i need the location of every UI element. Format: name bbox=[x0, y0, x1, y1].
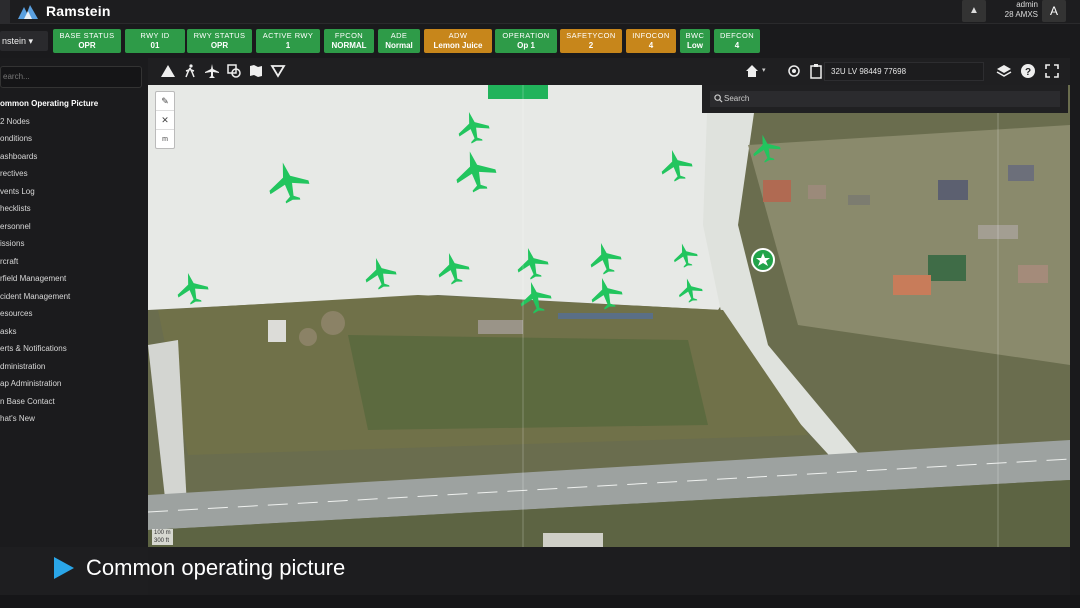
map-toolbar: ▾ 32U LV 98449 77698 ? bbox=[148, 58, 1070, 85]
top-bar: Ramstein ▲ admin 28 AMXS A bbox=[0, 0, 1080, 24]
tile-defcon[interactable]: DEFCON 4 bbox=[714, 29, 760, 53]
sidebar-item-conditions[interactable]: onditions bbox=[0, 130, 148, 148]
sidebar-nav: ommon Operating Picture 2 Nodes ondition… bbox=[0, 95, 148, 428]
menu-icon[interactable] bbox=[0, 0, 10, 24]
tile-ade[interactable]: ADE Normal bbox=[378, 29, 420, 53]
sidebar-item-resources[interactable]: esources bbox=[0, 305, 148, 323]
tile-bwc[interactable]: BWC Low bbox=[680, 29, 710, 53]
status-bar: nstein ▾ BASE STATUS OPR RWY ID 01 RWY S… bbox=[0, 24, 1080, 58]
draw-tools: ✎ ✕ m bbox=[155, 91, 175, 149]
right-edge bbox=[1070, 58, 1080, 608]
warning-icon[interactable] bbox=[160, 63, 176, 79]
close-icon[interactable]: ✕ bbox=[156, 111, 174, 130]
locate-icon[interactable] bbox=[786, 63, 802, 79]
sidebar-item-tasks[interactable]: asks bbox=[0, 323, 148, 341]
sidebar-item-events-log[interactable]: vents Log bbox=[0, 183, 148, 201]
map-scale: 100 m 300 ft bbox=[152, 529, 173, 545]
sidebar-item-aircraft[interactable]: rcraft bbox=[0, 253, 148, 271]
caption-text: Common operating picture bbox=[86, 555, 346, 580]
user-unit: 28 AMXS bbox=[1004, 10, 1038, 19]
collapse-header-button[interactable]: ▲ bbox=[962, 0, 986, 22]
filter-icon[interactable] bbox=[270, 63, 286, 79]
sidebar-item-missions[interactable]: issions bbox=[0, 235, 148, 253]
sidebar-item-common-operating-picture[interactable]: ommon Operating Picture bbox=[0, 95, 148, 113]
pencil-icon[interactable]: ✎ bbox=[156, 92, 174, 111]
satellite-imagery bbox=[148, 85, 1070, 547]
sidebar-item-personnel[interactable]: ersonnel bbox=[0, 218, 148, 236]
star-marker-icon bbox=[751, 248, 775, 272]
home-icon[interactable] bbox=[744, 63, 760, 79]
sidebar-item-whats-new[interactable]: hat's New bbox=[0, 410, 148, 428]
home-dropdown-icon[interactable]: ▾ bbox=[762, 66, 766, 74]
tile-operation[interactable]: OPERATION Op 1 bbox=[495, 29, 557, 53]
tile-rwy-id[interactable]: RWY ID 01 bbox=[125, 29, 185, 53]
tile-fpcon[interactable]: FPCON NORMAL bbox=[324, 29, 374, 53]
map-icon[interactable] bbox=[248, 63, 264, 79]
user-name: admin bbox=[1016, 0, 1038, 9]
sidebar-item-airfield-management[interactable]: rfield Management bbox=[0, 270, 148, 288]
airplane-icon[interactable] bbox=[204, 63, 220, 79]
tile-infocon[interactable]: INFOCON 4 bbox=[626, 29, 676, 53]
bottom-edge bbox=[0, 595, 1080, 608]
sidebar-item-map-administration[interactable]: ap Administration bbox=[0, 375, 148, 393]
clipboard-icon[interactable] bbox=[808, 63, 824, 79]
sidebar-item-on-base-contact[interactable]: n Base Contact bbox=[0, 393, 148, 411]
sidebar-search-input[interactable]: earch... bbox=[0, 66, 142, 88]
play-icon bbox=[54, 557, 74, 579]
sidebar: earch... ommon Operating Picture 2 Nodes… bbox=[0, 58, 148, 608]
tile-active-rwy[interactable]: ACTIVE RWY 1 bbox=[256, 29, 320, 53]
coordinate-readout[interactable]: 32U LV 98449 77698 bbox=[824, 62, 984, 81]
user-info[interactable]: admin 28 AMXS bbox=[996, 0, 1038, 20]
map-search-input[interactable]: Search bbox=[710, 91, 1060, 107]
base-select[interactable]: nstein ▾ bbox=[0, 31, 48, 51]
sidebar-item-administration[interactable]: dministration bbox=[0, 358, 148, 376]
map-search-panel: Search bbox=[702, 85, 1068, 113]
svg-text:?: ? bbox=[1025, 67, 1031, 78]
measure-button[interactable]: m bbox=[156, 130, 174, 149]
map-view[interactable] bbox=[148, 85, 1070, 547]
help-icon[interactable]: ? bbox=[1020, 63, 1036, 79]
sidebar-item-checklists[interactable]: hecklists bbox=[0, 200, 148, 218]
tile-safetycon[interactable]: SAFETYCON 2 bbox=[560, 29, 622, 53]
app-title: Ramstein bbox=[46, 3, 111, 19]
sidebar-item-c2-nodes[interactable]: 2 Nodes bbox=[0, 113, 148, 131]
fullscreen-icon[interactable] bbox=[1044, 63, 1060, 79]
sidebar-item-dashboards[interactable]: ashboards bbox=[0, 148, 148, 166]
tile-adw[interactable]: ADW Lemon Juice bbox=[424, 29, 492, 53]
layers-icon[interactable] bbox=[996, 63, 1012, 79]
search-icon bbox=[714, 94, 723, 103]
person-walking-icon[interactable] bbox=[182, 63, 198, 79]
sidebar-item-incident-management[interactable]: cident Management bbox=[0, 288, 148, 306]
tile-base-status[interactable]: BASE STATUS OPR bbox=[53, 29, 121, 53]
sidebar-item-alerts-notifications[interactable]: erts & Notifications bbox=[0, 340, 148, 358]
tile-rwy-status[interactable]: RWY STATUS OPR bbox=[187, 29, 252, 53]
shapes-icon[interactable] bbox=[226, 63, 242, 79]
avatar[interactable]: A bbox=[1042, 0, 1066, 22]
logo-icon bbox=[18, 5, 38, 19]
sidebar-item-directives[interactable]: rectives bbox=[0, 165, 148, 183]
video-caption: Common operating picture bbox=[0, 547, 1070, 595]
